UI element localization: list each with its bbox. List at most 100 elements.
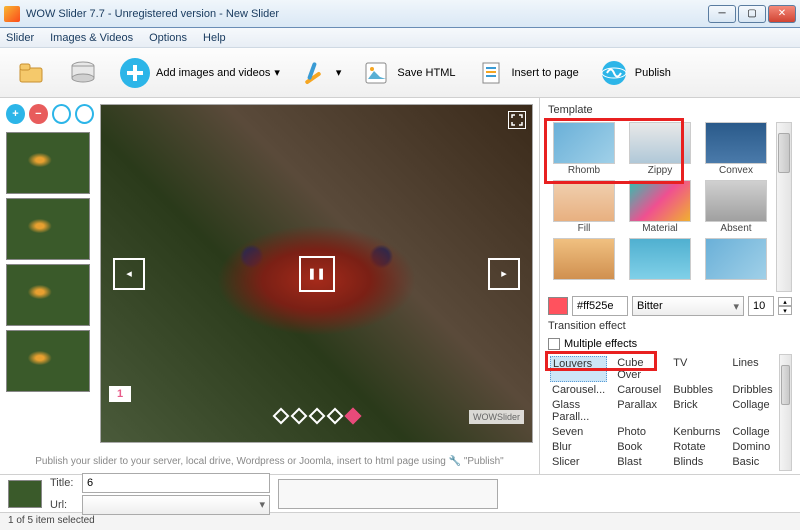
template-zippy[interactable]: Zippy (624, 122, 696, 176)
effect-item[interactable]: Rotate (671, 440, 722, 454)
template-item[interactable] (624, 238, 696, 292)
fullscreen-icon[interactable] (508, 111, 526, 129)
effects-grid: Louvers Cube Over TV Lines Carousel... C… (548, 354, 777, 471)
menu-images-videos[interactable]: Images & Videos (50, 32, 133, 44)
effect-item[interactable]: Carousel (615, 383, 663, 397)
slider-preview: ◂ ❚❚ ▸ 1 WOWSlider (100, 104, 533, 443)
minimize-button[interactable]: ─ (708, 5, 736, 23)
description-box[interactable] (278, 479, 498, 509)
dot-active[interactable] (344, 408, 361, 425)
multiple-effects-checkbox[interactable]: Multiple effects (548, 338, 792, 350)
menu-help[interactable]: Help (203, 32, 226, 44)
dot[interactable] (272, 408, 289, 425)
titlebar: WOW Slider 7.7 - Unregistered version - … (0, 0, 800, 28)
effect-item[interactable]: Basic (730, 455, 774, 469)
title-input[interactable] (82, 473, 270, 493)
effect-item[interactable]: Glass Parall... (550, 398, 607, 424)
effect-item[interactable]: Blinds (671, 455, 722, 469)
effect-item[interactable]: Photo (615, 425, 663, 439)
menubar: Slider Images & Videos Options Help (0, 28, 800, 48)
next-button[interactable]: ▸ (488, 258, 520, 290)
close-button[interactable]: ✕ (768, 5, 796, 23)
chevron-down-icon: ▾ (336, 66, 342, 79)
effect-item[interactable]: Seven (550, 425, 607, 439)
save-html-button[interactable]: Save HTML (353, 52, 461, 94)
effects-scrollbar[interactable] (779, 354, 792, 471)
template-convex[interactable]: Convex (700, 122, 772, 176)
tools-button[interactable]: ▾ (292, 52, 348, 94)
add-images-label: Add images and videos (156, 67, 270, 79)
template-grid: Rhomb Zippy Convex Fill Material Absent (548, 122, 772, 292)
thumbnail[interactable] (6, 264, 90, 326)
effect-item[interactable]: TV (671, 356, 722, 382)
prev-button[interactable]: ◂ (113, 258, 145, 290)
chevron-down-icon: ▾ (274, 66, 280, 79)
insert-page-button[interactable]: Insert to page (468, 52, 585, 94)
template-item[interactable] (700, 238, 772, 292)
rotate-left-button[interactable] (52, 104, 71, 124)
template-absent[interactable]: Absent (700, 180, 772, 234)
font-size-input[interactable] (748, 296, 774, 316)
thumbnail-column: + − (6, 104, 94, 443)
effect-louvers[interactable]: Louvers (550, 356, 607, 382)
menu-slider[interactable]: Slider (6, 32, 34, 44)
font-select[interactable]: Bitter (632, 296, 744, 316)
add-images-button[interactable]: Add images and videos ▾ (112, 52, 286, 94)
publish-button[interactable]: Publish (591, 52, 677, 94)
effect-item[interactable]: Parallax (615, 398, 663, 424)
template-fill[interactable]: Fill (548, 180, 620, 234)
menu-options[interactable]: Options (149, 32, 187, 44)
effect-item[interactable]: Lines (730, 356, 774, 382)
size-down-button[interactable]: ▾ (778, 306, 792, 315)
transition-label: Transition effect (548, 320, 792, 332)
effect-item[interactable]: Kenburns (671, 425, 722, 439)
slide-number-badge: 1 (109, 386, 131, 402)
insert-page-label: Insert to page (512, 67, 579, 79)
size-up-button[interactable]: ▴ (778, 297, 792, 306)
template-label: Template (548, 104, 792, 116)
effect-item[interactable]: Carousel... (550, 383, 607, 397)
url-select[interactable] (82, 495, 270, 515)
pagination-dots (275, 410, 359, 422)
template-material[interactable]: Material (624, 180, 696, 234)
dot[interactable] (308, 408, 325, 425)
effect-item[interactable]: Dribbles (730, 383, 774, 397)
window-title: WOW Slider 7.7 - Unregistered version - … (26, 8, 706, 20)
template-rhomb[interactable]: Rhomb (548, 122, 620, 176)
color-swatch[interactable] (548, 297, 568, 315)
thumbnail[interactable] (6, 330, 90, 392)
effect-item[interactable]: Blast (615, 455, 663, 469)
url-label: Url: (50, 499, 78, 511)
effect-item[interactable]: Domino (730, 440, 774, 454)
publish-label: Publish (635, 67, 671, 79)
delete-slide-button[interactable]: − (29, 104, 48, 124)
thumbnail[interactable] (6, 132, 90, 194)
add-slide-button[interactable]: + (6, 104, 25, 124)
maximize-button[interactable]: ▢ (738, 5, 766, 23)
color-hex-input[interactable] (572, 296, 628, 316)
effect-item[interactable]: Collage (730, 425, 774, 439)
bottom-panel: Title: Url: (0, 474, 800, 512)
effect-item[interactable]: Cube Over (615, 356, 663, 382)
status-bar: 1 of 5 item selected (0, 512, 800, 530)
open-folder-button[interactable] (8, 52, 54, 94)
app-icon (4, 6, 20, 22)
drive-button[interactable] (60, 52, 106, 94)
effect-item[interactable]: Blur (550, 440, 607, 454)
effect-item[interactable]: Bubbles (671, 383, 722, 397)
watermark: WOWSlider (469, 410, 524, 424)
thumbnail[interactable] (6, 198, 90, 260)
effect-item[interactable]: Slicer (550, 455, 607, 469)
effect-item[interactable]: Brick (671, 398, 722, 424)
dot[interactable] (290, 408, 307, 425)
dot[interactable] (326, 408, 343, 425)
template-item[interactable] (548, 238, 620, 292)
effect-item[interactable]: Book (615, 440, 663, 454)
selected-thumb (8, 480, 42, 508)
toolbar: Add images and videos ▾ ▾ Save HTML Inse… (0, 48, 800, 98)
rotate-right-button[interactable] (75, 104, 94, 124)
template-scrollbar[interactable] (776, 122, 792, 292)
pause-button[interactable]: ❚❚ (299, 256, 335, 292)
effect-item[interactable]: Collage (730, 398, 774, 424)
hint-text: Publish your slider to your server, loca… (0, 449, 539, 474)
